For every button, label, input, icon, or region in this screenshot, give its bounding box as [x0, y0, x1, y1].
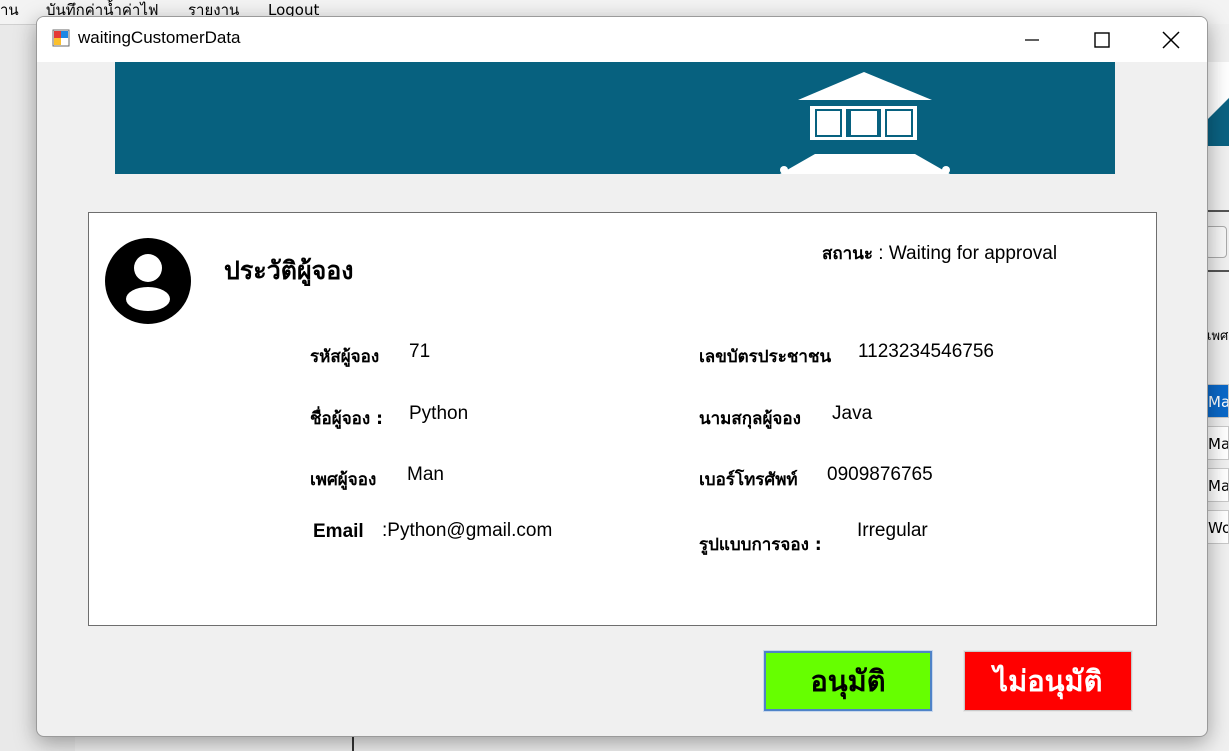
parent-column-header: เพศ	[1207, 329, 1229, 344]
parent-table-cell[interactable]: Man	[1205, 468, 1229, 502]
id-card-label: เลขบัตรประชาชน	[699, 347, 832, 367]
booking-id-value: 71	[409, 341, 431, 362]
first-name-label: ชื่อผู้จอง :	[310, 409, 383, 429]
gender-value: Man	[407, 464, 444, 485]
status-row: สถานะ : Waiting for approval	[822, 240, 1057, 267]
status-label: สถานะ	[822, 244, 873, 264]
phone-value: 0909876765	[827, 464, 933, 485]
last-name-label: นามสกุลผู้จอง	[699, 409, 801, 429]
email-label: Email	[313, 521, 364, 542]
last-name-value: Java	[832, 403, 873, 424]
booking-type-label: รูปแบบการจอง :	[699, 535, 822, 555]
parent-menu-item[interactable]: าน	[0, 0, 19, 20]
status-separator: :	[872, 243, 889, 264]
parent-input-edge[interactable]	[1205, 226, 1227, 258]
card-title: ประวัติผู้จอง	[224, 256, 354, 285]
app-icon	[52, 29, 70, 47]
phone-label: เบอร์โทรศัพท์	[699, 470, 798, 490]
parent-divider	[1205, 210, 1229, 212]
title-bar[interactable]: waitingCustomerData	[37, 17, 1207, 62]
waiting-customer-dialog: waitingCustomerData ประวัติผู้จอง สถานะ …	[36, 16, 1208, 737]
close-icon	[1162, 30, 1180, 49]
parent-splitter	[352, 736, 354, 751]
minimize-button[interactable]	[1002, 17, 1062, 62]
first-name-value: Python	[409, 403, 469, 424]
close-button[interactable]	[1141, 17, 1201, 62]
id-card-value: 1123234546756	[858, 341, 994, 362]
parent-table-cell[interactable]: Man	[1205, 426, 1229, 460]
email-value: :Python@gmail.com	[382, 520, 553, 541]
booking-id-label: รหัสผู้จอง	[310, 347, 380, 367]
header-banner	[115, 62, 1115, 174]
window-title: waitingCustomerData	[78, 28, 241, 47]
minimize-icon	[1025, 38, 1039, 41]
customer-info-card: ประวัติผู้จอง สถานะ : Waiting for approv…	[88, 212, 1157, 626]
maximize-button[interactable]	[1072, 17, 1132, 62]
approve-button[interactable]: อนุมัติ	[763, 650, 933, 712]
maximize-icon	[1094, 31, 1110, 48]
parent-banner-edge	[1205, 62, 1229, 146]
status-value: Waiting for approval	[888, 243, 1058, 264]
user-avatar-icon	[105, 238, 191, 324]
parent-window-bottom	[75, 736, 1205, 751]
reject-button[interactable]: ไม่อนุมัติ	[963, 650, 1133, 712]
gender-label: เพศผู้จอง	[310, 470, 377, 490]
parent-table-cell[interactable]: Wor	[1205, 510, 1229, 544]
parent-table-cell[interactable]: Man	[1205, 384, 1229, 418]
building-logo-icon	[780, 72, 950, 174]
booking-type-value: Irregular	[857, 520, 928, 541]
parent-divider	[1205, 270, 1229, 272]
